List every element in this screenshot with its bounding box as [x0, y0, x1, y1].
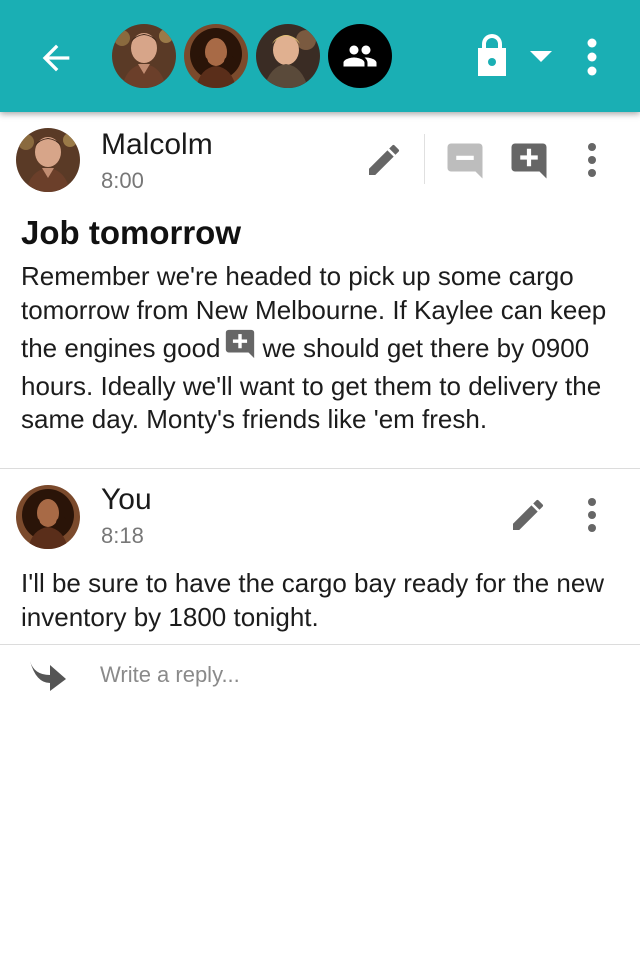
reply-input[interactable]: Write a reply... [100, 662, 240, 688]
participant-avatar-wash[interactable] [256, 24, 320, 88]
comment-minus-icon[interactable] [444, 140, 486, 187]
lock-icon[interactable] [472, 32, 512, 85]
arrow-left-icon[interactable] [36, 38, 76, 78]
participant-avatar-malcolm[interactable] [112, 24, 176, 88]
participant-avatar-you[interactable] [184, 24, 248, 88]
message-body: Remember we're headed to pick up some ca… [21, 260, 621, 437]
message-body: I'll be sure to have the cargo bay ready… [21, 568, 605, 632]
message-subject: Job tomorrow [21, 214, 241, 251]
edit-icon[interactable] [508, 495, 548, 540]
comment-plus-icon[interactable] [508, 140, 550, 187]
toolbar-divider [424, 134, 425, 184]
avatar[interactable] [16, 128, 80, 192]
more-vert-icon[interactable] [584, 38, 600, 81]
reply-arrow-icon [28, 657, 68, 696]
edit-icon[interactable] [364, 140, 404, 185]
group-icon[interactable] [328, 24, 392, 88]
timestamp: 8:00 [101, 168, 144, 193]
app-bar [0, 0, 640, 112]
comment-plus-icon[interactable] [223, 327, 257, 370]
more-vert-icon[interactable] [584, 497, 600, 538]
message-card: Malcolm 8:00 Job tomorrow Remember we're… [0, 112, 640, 469]
message-card: You 8:18 I'll be sure to have the cargo … [0, 469, 640, 645]
avatar[interactable] [16, 485, 80, 549]
author-name: You [101, 483, 152, 516]
timestamp: 8:18 [101, 523, 144, 548]
author-name: Malcolm [101, 128, 213, 161]
more-vert-icon[interactable] [584, 142, 600, 183]
chevron-down-icon[interactable] [530, 50, 552, 68]
reply-bar[interactable]: Write a reply... [0, 645, 640, 705]
